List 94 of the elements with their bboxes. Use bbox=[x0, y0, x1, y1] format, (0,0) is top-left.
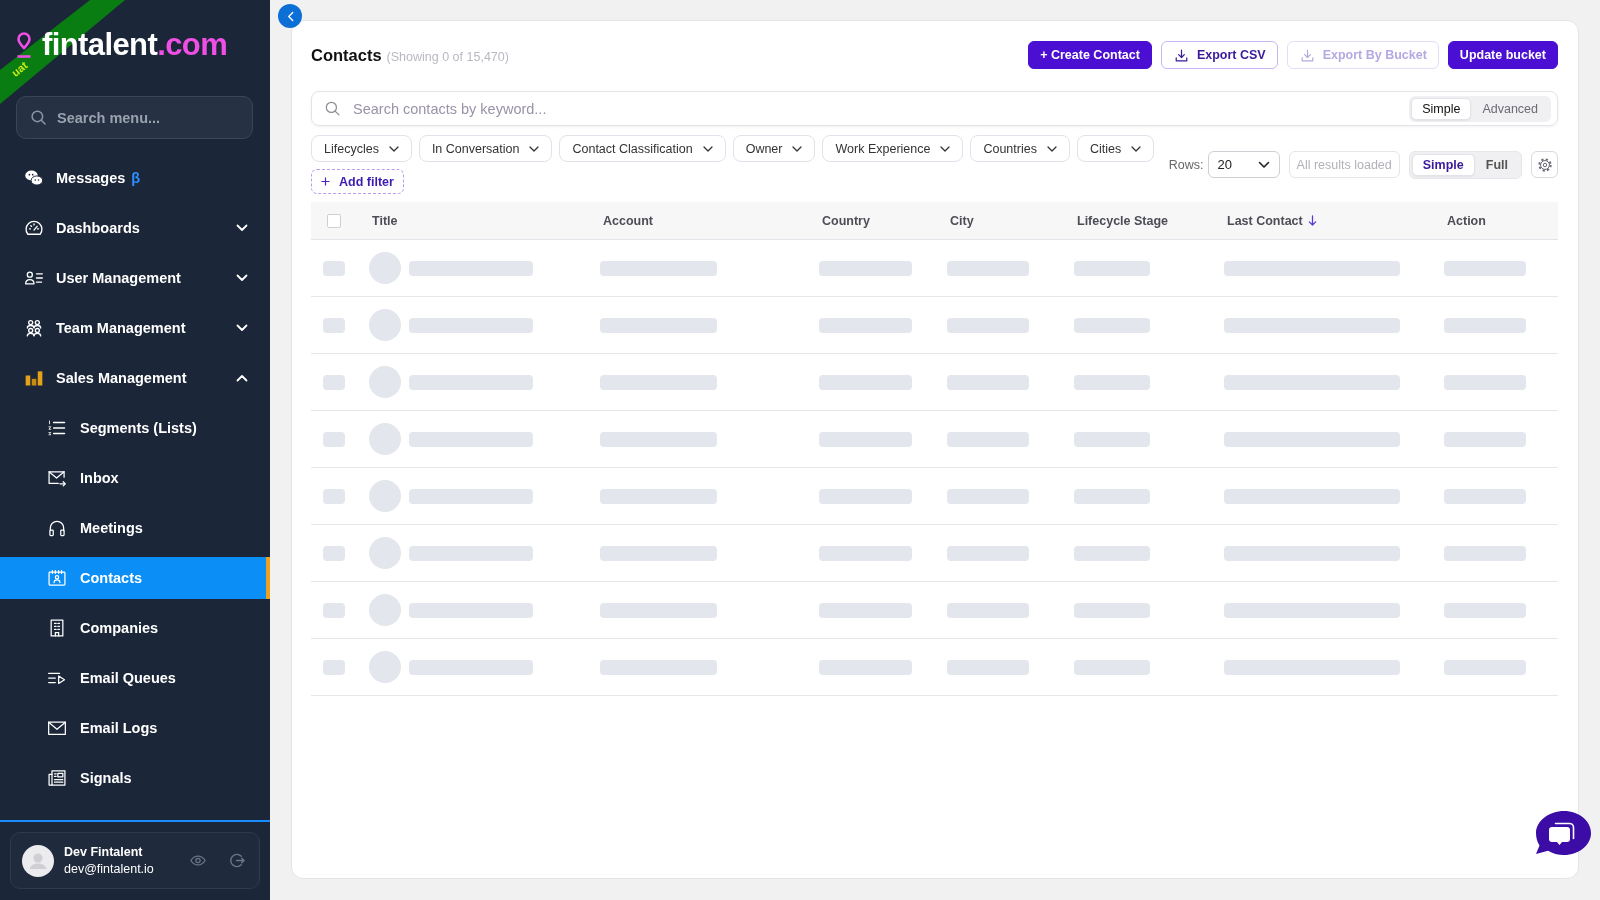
skeleton-bar bbox=[323, 659, 345, 675]
contact-calendar-icon bbox=[47, 568, 67, 588]
nav-item[interactable]: Meetings bbox=[0, 507, 270, 549]
location-pin-icon bbox=[16, 31, 32, 59]
search-mode-tab[interactable]: Simple bbox=[1411, 97, 1472, 120]
chevron-down-icon bbox=[388, 145, 399, 152]
search-input[interactable]: Search contacts by keyword... bbox=[353, 96, 1397, 121]
chevron-down-icon bbox=[1046, 145, 1057, 152]
search-icon bbox=[325, 101, 340, 116]
column-header[interactable]: Title bbox=[372, 213, 398, 228]
column-header[interactable]: Action bbox=[1447, 213, 1486, 228]
nav-item[interactable]: Companies bbox=[0, 607, 270, 649]
column-header[interactable]: City bbox=[950, 213, 974, 228]
chevron-down-icon bbox=[792, 145, 803, 152]
column-header[interactable]: Account bbox=[603, 213, 653, 228]
nav-item[interactable]: Messages β bbox=[0, 157, 270, 199]
logout-icon bbox=[230, 853, 245, 868]
filter-dropdown[interactable]: Work Experience bbox=[822, 135, 964, 162]
skeleton-bar bbox=[323, 317, 345, 333]
download-icon bbox=[1174, 48, 1188, 62]
envelope-arrow-icon bbox=[47, 468, 67, 488]
nav-item[interactable]: Inbox bbox=[0, 457, 270, 499]
skeleton-avatar bbox=[369, 594, 401, 626]
headphones-icon bbox=[47, 518, 67, 538]
skeleton-avatar bbox=[369, 366, 401, 398]
nav-item[interactable]: Dashboards bbox=[0, 207, 270, 249]
skeleton-avatar bbox=[369, 537, 401, 569]
chevron-down-icon bbox=[1131, 145, 1142, 152]
eye-icon bbox=[190, 855, 206, 866]
search-field[interactable]: Search contacts by keyword... Simple Advanced bbox=[311, 91, 1558, 126]
export-button[interactable]: Export CSV bbox=[1160, 41, 1278, 69]
user-name: Dev Fintalent bbox=[64, 845, 144, 859]
nav-item[interactable]: Sales Management bbox=[0, 357, 270, 399]
settings-icon bbox=[1536, 156, 1553, 173]
filter-dropdown[interactable]: Countries bbox=[970, 135, 1070, 162]
download-icon bbox=[1300, 48, 1314, 62]
add-filter-button[interactable]: Add filter bbox=[311, 169, 404, 194]
rows-select[interactable]: 20 bbox=[1207, 151, 1280, 178]
filter-dropdown[interactable]: Cities bbox=[1076, 135, 1155, 162]
chevron-left-icon bbox=[286, 10, 294, 22]
chevron-down-icon bbox=[702, 145, 713, 152]
column-header[interactable]: Lifecycle Stage bbox=[1077, 213, 1168, 228]
chat-bubbles-icon bbox=[24, 168, 44, 188]
view-mode-tab[interactable]: Simple bbox=[1411, 153, 1475, 176]
nav-item[interactable]: Email Logs bbox=[0, 707, 270, 749]
primary-button[interactable]: Update bucket bbox=[1447, 41, 1558, 69]
logout-button[interactable] bbox=[230, 853, 245, 868]
search-mode-tab[interactable]: Advanced bbox=[1471, 97, 1549, 120]
nav-item[interactable]: Team Management bbox=[0, 307, 270, 349]
collapse-sidebar-button[interactable] bbox=[278, 4, 302, 28]
skeleton-bar bbox=[323, 260, 345, 276]
skeleton-avatar bbox=[369, 252, 401, 284]
bar-chart-icon bbox=[24, 368, 44, 388]
view-button[interactable] bbox=[190, 855, 206, 866]
user-email: dev@fintalent.io bbox=[64, 862, 155, 876]
chevron-down-icon bbox=[529, 145, 540, 152]
result-count: (Showing 0 of 15,470) bbox=[386, 49, 509, 64]
caret-icon bbox=[1257, 160, 1270, 169]
skeleton-avatar bbox=[369, 309, 401, 341]
skeleton-avatar bbox=[369, 423, 401, 455]
filter-dropdown[interactable]: Lifecycles bbox=[311, 135, 412, 162]
skeleton-avatar bbox=[369, 651, 401, 683]
newspaper-icon bbox=[47, 768, 67, 788]
settings-button[interactable] bbox=[1531, 151, 1558, 178]
column-header[interactable]: Country bbox=[822, 213, 870, 228]
plus-icon bbox=[321, 177, 330, 186]
chat-launcher-button[interactable] bbox=[1535, 810, 1591, 858]
skeleton-bar bbox=[323, 488, 345, 504]
filter-dropdown[interactable]: Contact Classification bbox=[559, 135, 726, 162]
chevron-down-icon bbox=[940, 145, 951, 152]
nav-item[interactable]: Signals bbox=[0, 757, 270, 799]
column-header[interactable]: Last Contact bbox=[1227, 213, 1303, 228]
menu-search-input[interactable]: Search menu... bbox=[57, 109, 238, 126]
avatar-icon bbox=[22, 844, 54, 877]
view-mode-tab[interactable]: Full bbox=[1474, 153, 1519, 176]
rows-label: Rows: bbox=[1168, 157, 1204, 172]
select-all-checkbox[interactable] bbox=[327, 213, 341, 228]
nav-item[interactable]: Segments (Lists) bbox=[0, 407, 270, 449]
skeleton-bar bbox=[323, 602, 345, 618]
gauge-icon bbox=[24, 218, 44, 238]
search-icon bbox=[31, 110, 46, 125]
menu-search-field[interactable]: Search menu... bbox=[16, 96, 253, 139]
people-group-icon bbox=[24, 318, 44, 338]
nav-item[interactable]: User Management bbox=[0, 257, 270, 299]
page-title: Contacts bbox=[311, 45, 382, 65]
nav-item[interactable]: Email Queues bbox=[0, 657, 270, 699]
skeleton-bar bbox=[323, 374, 345, 390]
filter-dropdown[interactable]: Owner bbox=[732, 135, 816, 162]
skeleton-bar bbox=[323, 431, 345, 447]
skeleton-avatar bbox=[369, 480, 401, 512]
numbered-list-icon bbox=[47, 418, 67, 438]
skeleton-bar bbox=[323, 545, 345, 561]
primary-button[interactable]: + Create Contact bbox=[1028, 41, 1152, 69]
filter-dropdown[interactable]: In Conversation bbox=[418, 135, 553, 162]
